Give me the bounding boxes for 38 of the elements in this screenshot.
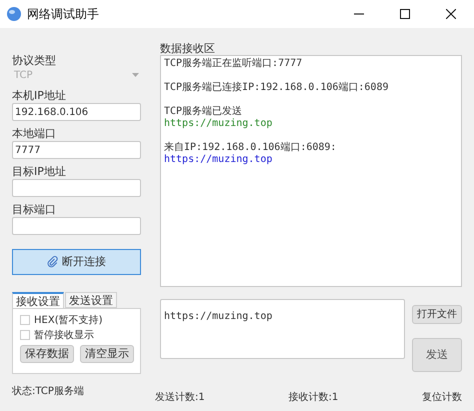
log-line: TCP服务端已发送 bbox=[164, 106, 244, 118]
text-field[interactable]: 7777 bbox=[12, 141, 141, 159]
log-line: TCP服务端正在监听端口:7777 bbox=[164, 58, 304, 70]
checkbox-label: 暂停接收显示 bbox=[34, 328, 94, 342]
field-label: 本地端口 bbox=[12, 127, 57, 140]
reset-count-button[interactable]: 复位计数 bbox=[422, 392, 462, 404]
send-button[interactable]: 发送 bbox=[412, 338, 462, 372]
panel-button[interactable]: 保存数据 bbox=[20, 345, 74, 363]
log-line: https://muzing.top bbox=[164, 118, 274, 130]
tab[interactable]: 接收设置 bbox=[12, 292, 64, 308]
checkbox[interactable] bbox=[20, 330, 30, 340]
text-field[interactable] bbox=[12, 217, 141, 235]
maximize-icon bbox=[400, 9, 410, 19]
send-field[interactable]: https://muzing.top bbox=[160, 299, 405, 359]
status-text: 状态:TCP服务端 bbox=[12, 386, 85, 398]
log-line: https://muzing.top bbox=[164, 154, 274, 166]
panel-button[interactable]: 清空显示 bbox=[80, 345, 134, 363]
log-line: TCP服务端已连接IP:192.168.0.106端口:6089 bbox=[164, 82, 390, 94]
disconnect-button[interactable]: 断开连接 bbox=[12, 249, 141, 275]
text-field[interactable]: 192.168.0.106 bbox=[12, 103, 141, 121]
field-label: 本机IP地址 bbox=[12, 89, 67, 102]
caret-icon bbox=[132, 73, 139, 77]
close-icon bbox=[446, 9, 456, 19]
text-field[interactable] bbox=[12, 179, 141, 197]
sent-count: 发送计数:1 bbox=[155, 392, 205, 404]
checkbox-label: HEX(暂不支持) bbox=[34, 314, 102, 328]
open-file-button[interactable]: 打开文件 bbox=[412, 305, 462, 324]
log-line: 来自IP:192.168.0.106端口:6089: bbox=[164, 142, 338, 154]
tab[interactable]: 发送设置 bbox=[65, 292, 117, 308]
receive-area-label: 数据接收区 bbox=[160, 42, 216, 55]
field-label: 目标IP地址 bbox=[12, 165, 67, 178]
field-label: 目标端口 bbox=[12, 203, 57, 216]
checkbox[interactable] bbox=[20, 315, 30, 325]
field-label: 协议类型 bbox=[12, 54, 57, 67]
globe-icon bbox=[6, 6, 22, 22]
window-title: 网络调试助手 bbox=[27, 6, 99, 23]
paperclip-icon bbox=[47, 256, 59, 268]
received-count: 接收计数:1 bbox=[288, 392, 338, 404]
